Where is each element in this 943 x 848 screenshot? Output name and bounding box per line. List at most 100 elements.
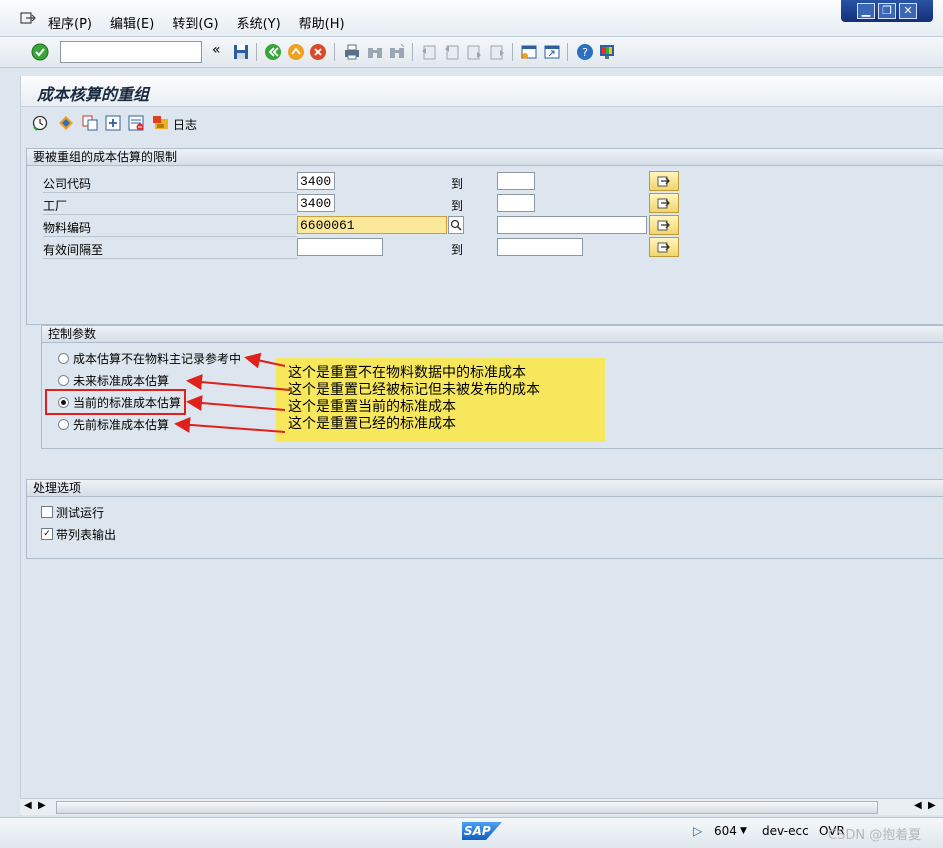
command-field[interactable]	[60, 41, 202, 63]
back-icon[interactable]	[264, 43, 282, 61]
create-session-icon[interactable]	[520, 43, 538, 61]
validity-to-field[interactable]	[497, 238, 583, 256]
validity-from-field[interactable]	[297, 238, 383, 256]
material-multiple-selection-button[interactable]	[649, 215, 679, 235]
highlight-box	[45, 389, 186, 415]
svg-text:?: ?	[582, 46, 588, 59]
shortcut-icon[interactable]	[543, 43, 561, 61]
chevron-down-icon[interactable]: ▼	[740, 826, 747, 836]
add-selection-icon[interactable]	[105, 115, 121, 131]
validity-multiple-selection-button[interactable]	[649, 237, 679, 257]
status-bar: SAP ▷ 604 ▼ dev-ecc OVR CSDN @抱着夏	[0, 817, 943, 848]
screen-title-bar: 成本核算的重组	[21, 76, 943, 107]
company-code-to-field[interactable]	[497, 172, 535, 190]
scroll-right-icon[interactable]: ▶	[38, 800, 46, 811]
last-page-icon[interactable]	[488, 43, 506, 61]
material-search-help-button[interactable]	[448, 216, 464, 234]
scroll-left-icon[interactable]: ◀	[24, 800, 32, 811]
application-toolbar: 日志	[21, 107, 943, 137]
radio-label: 先前标准成本估算	[73, 417, 170, 432]
radio-not-in-material-master[interactable]: 成本估算不在物料主记录参考中	[58, 349, 241, 367]
print-icon[interactable]	[343, 43, 361, 61]
company-code-from-field[interactable]: 3400	[297, 172, 335, 190]
multiple-selection-arrow-icon	[657, 198, 670, 209]
menu-help[interactable]: 帮助(H)	[299, 13, 345, 32]
find-next-icon[interactable]	[388, 43, 406, 61]
main-content: 成本核算的重组 日志 要被重组的成本估算的限制 公司代码 3400 到 工厂 3…	[20, 76, 943, 816]
next-page-icon[interactable]	[465, 43, 483, 61]
radio-button[interactable]	[58, 418, 69, 430]
radio-button[interactable]	[58, 352, 69, 364]
collapse-command-icon[interactable]: «	[212, 42, 221, 58]
enter-check-icon[interactable]	[31, 43, 49, 61]
menu-exit-icon[interactable]	[20, 11, 36, 25]
status-expand-icon[interactable]: ▷	[693, 824, 702, 838]
previous-page-icon[interactable]	[443, 43, 461, 61]
log-label[interactable]: 日志	[173, 116, 197, 133]
list-output-option[interactable]: ✓ 带列表输出	[41, 525, 116, 543]
plant-label: 工厂	[43, 199, 68, 213]
restrictions-header: 要被重组的成本估算的限制	[27, 149, 943, 166]
toolbar-separator	[512, 43, 513, 61]
close-button[interactable]: ✕	[899, 3, 917, 19]
checkbox-label: 带列表输出	[56, 527, 117, 542]
row-underline	[43, 258, 297, 259]
scroll-thumb[interactable]	[56, 801, 878, 814]
list-output-checkbox[interactable]: ✓	[41, 528, 53, 540]
first-page-icon[interactable]	[420, 43, 438, 61]
radio-label: 未来标准成本估算	[73, 373, 170, 388]
sap-logo: SAP	[462, 822, 502, 840]
restrictions-group: 要被重组的成本估算的限制 公司代码 3400 到 工厂 3400 到 物料编码 …	[26, 148, 943, 325]
material-from-field[interactable]: 6600061	[297, 216, 447, 234]
exit-icon[interactable]	[287, 43, 305, 61]
restore-button[interactable]: ❐	[878, 3, 896, 19]
to-label: 到	[451, 177, 464, 191]
radio-previous-standard[interactable]: 先前标准成本估算	[58, 415, 169, 433]
execute-icon[interactable]	[32, 115, 48, 131]
remove-selection-icon[interactable]	[128, 115, 144, 131]
checkbox-label: 测试运行	[56, 505, 105, 520]
menu-program[interactable]: 程序(P)	[48, 13, 92, 32]
multiple-selection-arrow-icon	[657, 242, 670, 253]
scroll-left-end-icon[interactable]: ◀	[914, 800, 922, 811]
toolbar-separator	[256, 43, 257, 61]
cancel-icon[interactable]	[309, 43, 327, 61]
variant-icon[interactable]	[58, 115, 74, 131]
radio-button[interactable]	[58, 374, 69, 386]
annotation-line: 这个是重置不在物料数据中的标准成本	[288, 365, 526, 381]
menu-system[interactable]: 系统(Y)	[237, 13, 281, 32]
multiple-selection-arrow-icon	[657, 176, 670, 187]
test-run-option[interactable]: 测试运行	[41, 503, 104, 521]
log-icon[interactable]	[153, 115, 169, 131]
search-icon	[450, 219, 462, 231]
processing-group: 处理选项	[26, 479, 943, 559]
menu-goto[interactable]: 转到(G)	[172, 13, 218, 32]
radio-label: 成本估算不在物料主记录参考中	[73, 351, 242, 366]
to-label: 到	[451, 243, 464, 257]
radio-future-standard[interactable]: 未来标准成本估算	[58, 371, 169, 389]
company-code-label: 公司代码	[43, 177, 92, 191]
material-to-field[interactable]	[497, 216, 647, 234]
find-icon[interactable]	[366, 43, 384, 61]
scroll-right-end-icon[interactable]: ▶	[928, 800, 936, 811]
test-run-checkbox[interactable]	[41, 506, 53, 518]
plant-multiple-selection-button[interactable]	[649, 193, 679, 213]
company-code-multiple-selection-button[interactable]	[649, 171, 679, 191]
plant-row: 工厂 3400 到	[43, 193, 933, 215]
watermark: CSDN @抱着夏	[828, 828, 922, 843]
customize-layout-icon[interactable]	[598, 43, 616, 61]
menu-edit[interactable]: 编辑(E)	[110, 13, 154, 32]
minimize-button[interactable]: ▁	[857, 3, 875, 19]
plant-from-field[interactable]: 3400	[297, 194, 335, 212]
horizontal-scrollbar[interactable]: ◀ ▶ ◀ ▶	[20, 798, 943, 815]
control-params-header: 控制参数	[42, 326, 943, 343]
toolbar-separator	[334, 43, 335, 61]
save-icon[interactable]	[232, 43, 250, 61]
menu-bar: 程序(P) 编辑(E) 转到(G) 系统(Y) 帮助(H) ▁ ❐ ✕	[0, 0, 943, 37]
material-row: 物料编码 6600061	[43, 215, 933, 237]
standard-toolbar: « ?	[0, 37, 943, 68]
help-icon[interactable]: ?	[576, 43, 594, 61]
plant-to-field[interactable]	[497, 194, 535, 212]
validity-row: 有效间隔至 到	[43, 237, 933, 259]
copy-variant-icon[interactable]	[82, 115, 98, 131]
